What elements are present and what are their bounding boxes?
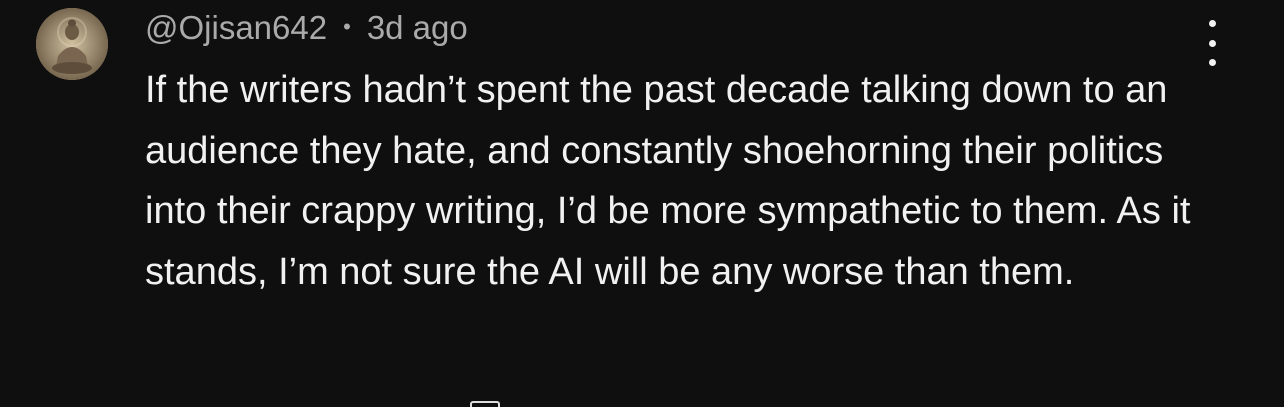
separator-dot: • <box>343 14 351 39</box>
reply-button-edge[interactable] <box>470 401 500 407</box>
comment-thread-item: @Ojisan642 • 3d ago If the writers hadn’… <box>0 0 1284 407</box>
avatar[interactable] <box>36 8 108 80</box>
comment-header: @Ojisan642 • 3d ago <box>145 8 468 48</box>
comment-text: If the writers hadn’t spent the past dec… <box>145 69 1191 293</box>
more-vertical-icon-dot <box>1208 39 1216 47</box>
buddha-statue-icon <box>36 8 108 80</box>
more-vertical-icon <box>1208 20 1216 27</box>
timestamp[interactable]: 3d ago <box>367 9 468 47</box>
more-options-button[interactable] <box>1192 20 1232 66</box>
more-vertical-icon-dot <box>1208 59 1216 66</box>
username-link[interactable]: @Ojisan642 <box>145 9 327 47</box>
